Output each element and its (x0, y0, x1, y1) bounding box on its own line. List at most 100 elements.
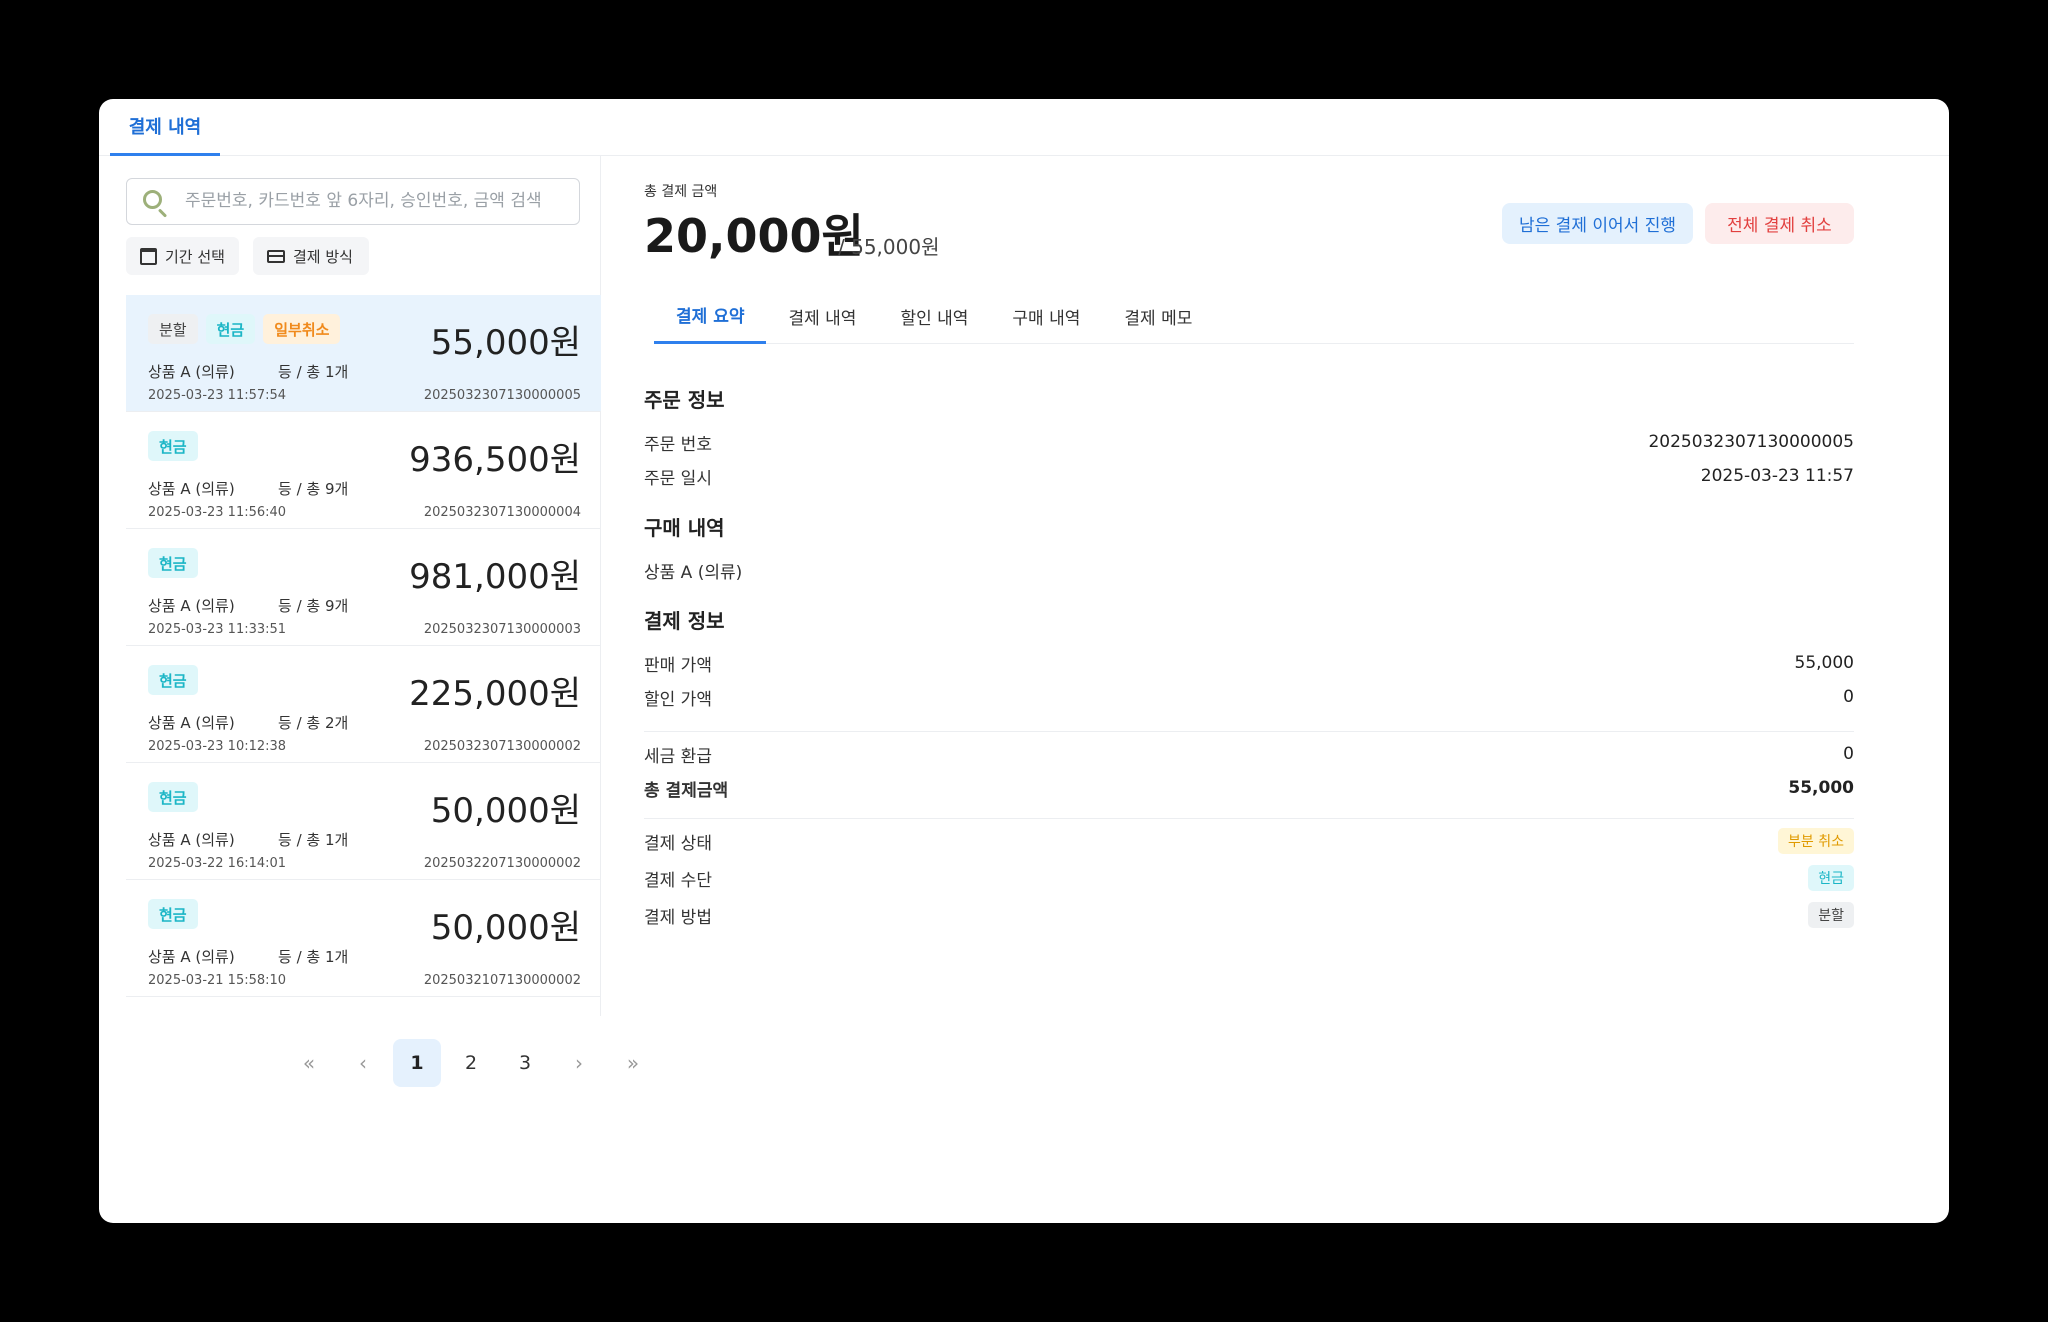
tab-payment-history-detail[interactable]: 결제 내역 (766, 288, 878, 344)
badge-partial-cancel: 일부취소 (263, 314, 341, 344)
order-time: 2025-03-21 15:58:10 (148, 973, 287, 988)
total-paid-label: 총 결제금액 (644, 780, 729, 801)
order-time: 2025-03-23 10:12:38 (148, 739, 287, 754)
order-number-label: 주문 번호 (644, 434, 712, 455)
order-amount: 55,000원 (430, 323, 581, 363)
payment-method-row: 결제 방법 분할 (644, 901, 1854, 929)
order-badges: 현금 (148, 431, 198, 461)
order-list-panel: 기간 선택 결제 방식 분할 현금 일부취소 55,000원 상품 A (의류)… (99, 156, 601, 1016)
discount-row: 할인 가액 0 (644, 683, 1854, 711)
purchase-item-row: 상품 A (의류) (644, 556, 1854, 584)
search-box (126, 178, 580, 225)
tab-purchase-history[interactable]: 구매 내역 (990, 288, 1102, 344)
discount-label: 할인 가액 (644, 689, 712, 710)
total-paid-row: 총 결제금액 55,000 (644, 774, 1854, 802)
order-number-row: 주문 번호 2025032307130000005 (644, 428, 1854, 456)
payment-status-badge: 부분 취소 (1778, 828, 1854, 854)
order-list-item[interactable]: 분할 현금 일부취소 55,000원 상품 A (의류) 등 / 총 1개 202… (126, 295, 601, 412)
page-button-1[interactable]: 1 (393, 1039, 441, 1087)
tab-payment-history[interactable]: 결제 내역 (110, 99, 220, 156)
pagination: « ‹ 1 2 3 › » (285, 1039, 657, 1087)
order-id: 2025032207130000002 (423, 856, 581, 871)
tab-discount-history[interactable]: 할인 내역 (878, 288, 990, 344)
badge-cash: 현금 (148, 782, 198, 812)
badge-cash: 현금 (205, 314, 256, 344)
purchase-item: 상품 A (의류) (644, 562, 743, 583)
order-list-item[interactable]: 현금 936,500원 상품 A (의류) 등 / 총 9개 2025-03-23… (126, 412, 601, 529)
order-quantity: 등 / 총 2개 (278, 714, 349, 732)
payment-method-button[interactable]: 결제 방식 (253, 237, 369, 275)
tax-refund-row: 세금 환급 0 (644, 740, 1854, 768)
divider (644, 818, 1854, 819)
order-date-label: 주문 일시 (644, 468, 712, 489)
order-amount: 936,500원 (409, 440, 581, 480)
badge-cash: 현금 (148, 431, 198, 461)
first-page-button[interactable]: « (285, 1039, 333, 1087)
order-amount: 50,000원 (430, 791, 581, 831)
page-button-3[interactable]: 3 (501, 1039, 549, 1087)
device-frame: 결제 내역 기간 선택 결제 방식 분할 현금 (0, 0, 2048, 1322)
order-quantity: 등 / 총 1개 (278, 948, 349, 966)
date-range-label: 기간 선택 (165, 247, 225, 266)
order-list: 분할 현금 일부취소 55,000원 상품 A (의류) 등 / 총 1개 202… (126, 295, 601, 997)
order-amount: 225,000원 (409, 674, 581, 714)
badge-cash: 현금 (148, 665, 198, 695)
calendar-icon (140, 247, 157, 265)
payment-means-badge: 현금 (1808, 865, 1854, 891)
total-amount: 20,000원 (644, 209, 864, 263)
order-list-item[interactable]: 현금 225,000원 상품 A (의류) 등 / 총 2개 2025-03-23… (126, 646, 601, 763)
continue-payment-button[interactable]: 남은 결제 이어서 진행 (1502, 203, 1693, 244)
order-product: 상품 A (의류) 등 / 총 1개 (148, 948, 349, 966)
cancel-all-payment-button[interactable]: 전체 결제 취소 (1705, 203, 1854, 244)
total-amount-label: 총 결제 금액 (644, 184, 718, 200)
order-amount: 50,000원 (430, 908, 581, 948)
order-list-item[interactable]: 현금 50,000원 상품 A (의류) 등 / 총 1개 2025-03-21 … (126, 880, 601, 997)
payment-status-label: 결제 상태 (644, 833, 712, 854)
order-id: 2025032307130000005 (423, 388, 581, 403)
order-badges: 현금 (148, 665, 198, 695)
payment-status-row: 결제 상태 부분 취소 (644, 827, 1854, 855)
order-time: 2025-03-23 11:56:40 (148, 505, 287, 520)
order-detail-panel: 총 결제 금액 20,000원 / 55,000원 남은 결제 이어서 진행 전… (644, 156, 1854, 1056)
top-tab-bar: 결제 내역 (99, 99, 1949, 156)
tab-payment-memo[interactable]: 결제 메모 (1102, 288, 1214, 344)
next-page-button[interactable]: › (555, 1039, 603, 1087)
purchase-title: 구매 내역 (644, 516, 725, 540)
order-badges: 분할 현금 일부취소 (148, 314, 341, 344)
detail-tabs: 결제 요약 결제 내역 할인 내역 구매 내역 결제 메모 (654, 288, 1854, 344)
order-time: 2025-03-23 11:33:51 (148, 622, 287, 637)
credit-card-icon (267, 249, 285, 263)
sale-price-value: 55,000 (1794, 653, 1854, 673)
order-product: 상품 A (의류) 등 / 총 9개 (148, 597, 349, 615)
order-quantity: 등 / 총 9개 (278, 480, 349, 498)
order-time: 2025-03-23 11:57:54 (148, 388, 287, 403)
payment-means-label: 결제 수단 (644, 870, 712, 891)
payment-info-title: 결제 정보 (644, 609, 725, 633)
order-list-item[interactable]: 현금 981,000원 상품 A (의류) 등 / 총 9개 2025-03-23… (126, 529, 601, 646)
payment-method-detail-label: 결제 방법 (644, 907, 712, 928)
order-date-row: 주문 일시 2025-03-23 11:57 (644, 462, 1854, 490)
order-quantity: 등 / 총 1개 (278, 363, 349, 381)
sale-price-label: 판매 가액 (644, 655, 712, 676)
order-badges: 현금 (148, 899, 198, 929)
order-info-title: 주문 정보 (644, 388, 725, 412)
tax-refund-label: 세금 환급 (644, 746, 712, 767)
search-icon (143, 190, 169, 218)
divider (644, 731, 1854, 732)
order-list-item[interactable]: 현금 50,000원 상품 A (의류) 등 / 총 1개 2025-03-22 … (126, 763, 601, 880)
payment-method-label: 결제 방식 (293, 247, 353, 266)
badge-cash: 현금 (148, 548, 198, 578)
order-date-value: 2025-03-23 11:57 (1700, 466, 1854, 486)
prev-page-button[interactable]: ‹ (339, 1039, 387, 1087)
date-range-button[interactable]: 기간 선택 (126, 237, 239, 275)
discount-value: 0 (1843, 687, 1854, 707)
search-input[interactable] (185, 179, 570, 223)
order-quantity: 등 / 총 9개 (278, 597, 349, 615)
page-button-2[interactable]: 2 (447, 1039, 495, 1087)
order-badges: 현금 (148, 548, 198, 578)
order-number-value: 2025032307130000005 (1648, 432, 1854, 452)
tab-payment-summary[interactable]: 결제 요약 (654, 288, 767, 344)
order-product: 상품 A (의류) 등 / 총 2개 (148, 714, 349, 732)
order-badges: 현금 (148, 782, 198, 812)
order-amount: 981,000원 (409, 557, 581, 597)
